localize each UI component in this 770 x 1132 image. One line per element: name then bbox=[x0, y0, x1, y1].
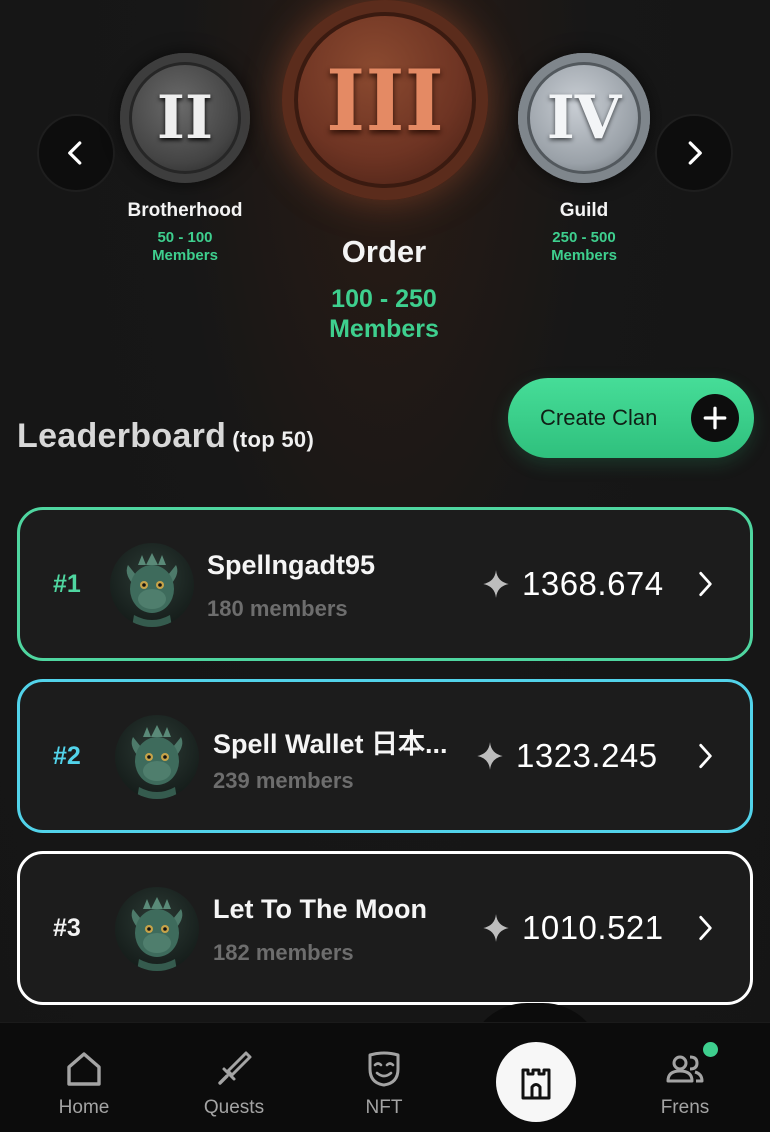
nav-frens[interactable]: Frens bbox=[625, 1023, 745, 1132]
sparkle-icon bbox=[477, 742, 503, 770]
clan-name: Spell Wallet 日本... bbox=[213, 729, 448, 759]
bottom-nav: Home Quests NFT Frens bbox=[0, 1022, 770, 1132]
clan-score: 1010.521 bbox=[522, 909, 664, 946]
leaderboard-row-1[interactable]: #1 Spellngadt95 180 members 1368.674 bbox=[17, 507, 753, 661]
chevron-right-icon bbox=[688, 141, 702, 165]
tier-range-left: 50 - 100 Members bbox=[105, 229, 265, 265]
tier-name-center: Order bbox=[341, 234, 427, 269]
nav-quests[interactable]: Quests bbox=[174, 1023, 294, 1132]
app-screen: II III IV Brotherhood 50 - 100 Members O… bbox=[0, 0, 770, 1132]
nav-clan-center-button[interactable] bbox=[496, 1042, 576, 1122]
tier-numeral-center: III bbox=[326, 50, 444, 150]
nav-quests-label: Quests bbox=[203, 1097, 265, 1118]
leaderboard-row-2[interactable]: #2 Spell Wallet 日本... 239 members 1323.2… bbox=[17, 679, 753, 833]
dragon-avatar-icon bbox=[131, 725, 183, 799]
member-count: 182 members bbox=[213, 940, 354, 965]
tier-name-right: Guild bbox=[559, 200, 609, 221]
row-rank: #1 bbox=[53, 570, 81, 598]
tier-medal-guild[interactable]: IV bbox=[518, 53, 650, 183]
clan-name: Spellngadt95 bbox=[207, 550, 376, 580]
tier-carousel: II III IV Brotherhood 50 - 100 Members O… bbox=[0, 0, 770, 360]
clan-score: 1323.245 bbox=[516, 737, 658, 774]
avatar bbox=[115, 887, 199, 971]
tier-range-right-unit: Members bbox=[551, 247, 617, 264]
sparkle-icon bbox=[483, 570, 509, 598]
dragon-avatar-icon bbox=[126, 553, 178, 627]
plus-icon bbox=[691, 394, 739, 442]
tier-range-center-unit: Members bbox=[329, 315, 439, 343]
clan-name: Let To The Moon bbox=[213, 894, 427, 924]
avatar bbox=[110, 543, 194, 627]
nav-frens-label: Frens bbox=[660, 1097, 710, 1118]
row-rank: #2 bbox=[53, 742, 81, 770]
chevron-left-icon bbox=[68, 141, 82, 165]
tier-medal-brotherhood[interactable]: II bbox=[120, 53, 250, 183]
chevron-right-icon bbox=[699, 743, 712, 769]
carousel-prev-button[interactable] bbox=[37, 114, 115, 192]
create-clan-label: Create Clan bbox=[540, 405, 658, 430]
sparkle-icon bbox=[483, 914, 509, 942]
carousel-next-button[interactable] bbox=[655, 114, 733, 192]
tier-range-right-value: 250 - 500 bbox=[552, 229, 616, 246]
tier-range-left-unit: Members bbox=[152, 247, 218, 264]
tier-range-left-value: 50 - 100 bbox=[157, 229, 213, 246]
tier-range-center-value: 100 - 250 bbox=[331, 285, 437, 313]
row-rank: #3 bbox=[53, 914, 81, 942]
leaderboard-title: Leaderboard (top 50) bbox=[17, 417, 314, 456]
nav-nft[interactable]: NFT bbox=[324, 1023, 444, 1132]
tier-numeral-right: IV bbox=[546, 83, 622, 153]
dragon-avatar-icon bbox=[131, 897, 183, 971]
nav-nft-label: NFT bbox=[365, 1097, 403, 1118]
sword-icon bbox=[218, 1051, 252, 1085]
member-count: 239 members bbox=[213, 768, 354, 793]
leaderboard-subtitle: (top 50) bbox=[232, 427, 315, 452]
member-count: 180 members bbox=[207, 596, 348, 621]
frens-notification-dot bbox=[703, 1042, 718, 1057]
clan-score: 1368.674 bbox=[522, 565, 664, 602]
mask-icon bbox=[368, 1051, 400, 1087]
avatar bbox=[115, 715, 199, 799]
tier-numeral-left: II bbox=[156, 83, 214, 153]
leaderboard-title-text: Leaderboard bbox=[17, 417, 227, 455]
leaderboard-row-3[interactable]: #3 Let To The Moon 182 members 1010.521 bbox=[17, 851, 753, 1005]
tier-range-right: 250 - 500 Members bbox=[504, 229, 664, 265]
home-icon bbox=[67, 1052, 101, 1086]
create-clan-button[interactable]: Create Clan bbox=[508, 378, 754, 458]
users-icon bbox=[666, 1055, 704, 1083]
chevron-right-icon bbox=[699, 571, 712, 597]
tier-name-left: Brotherhood bbox=[127, 200, 243, 221]
tier-medal-order[interactable]: III bbox=[282, 0, 488, 200]
tier-range-center: 100 - 250 Members bbox=[284, 284, 484, 344]
chevron-right-icon bbox=[699, 915, 712, 941]
nav-home[interactable]: Home bbox=[24, 1023, 144, 1132]
nav-home-label: Home bbox=[58, 1097, 110, 1118]
castle-icon bbox=[521, 1068, 551, 1100]
